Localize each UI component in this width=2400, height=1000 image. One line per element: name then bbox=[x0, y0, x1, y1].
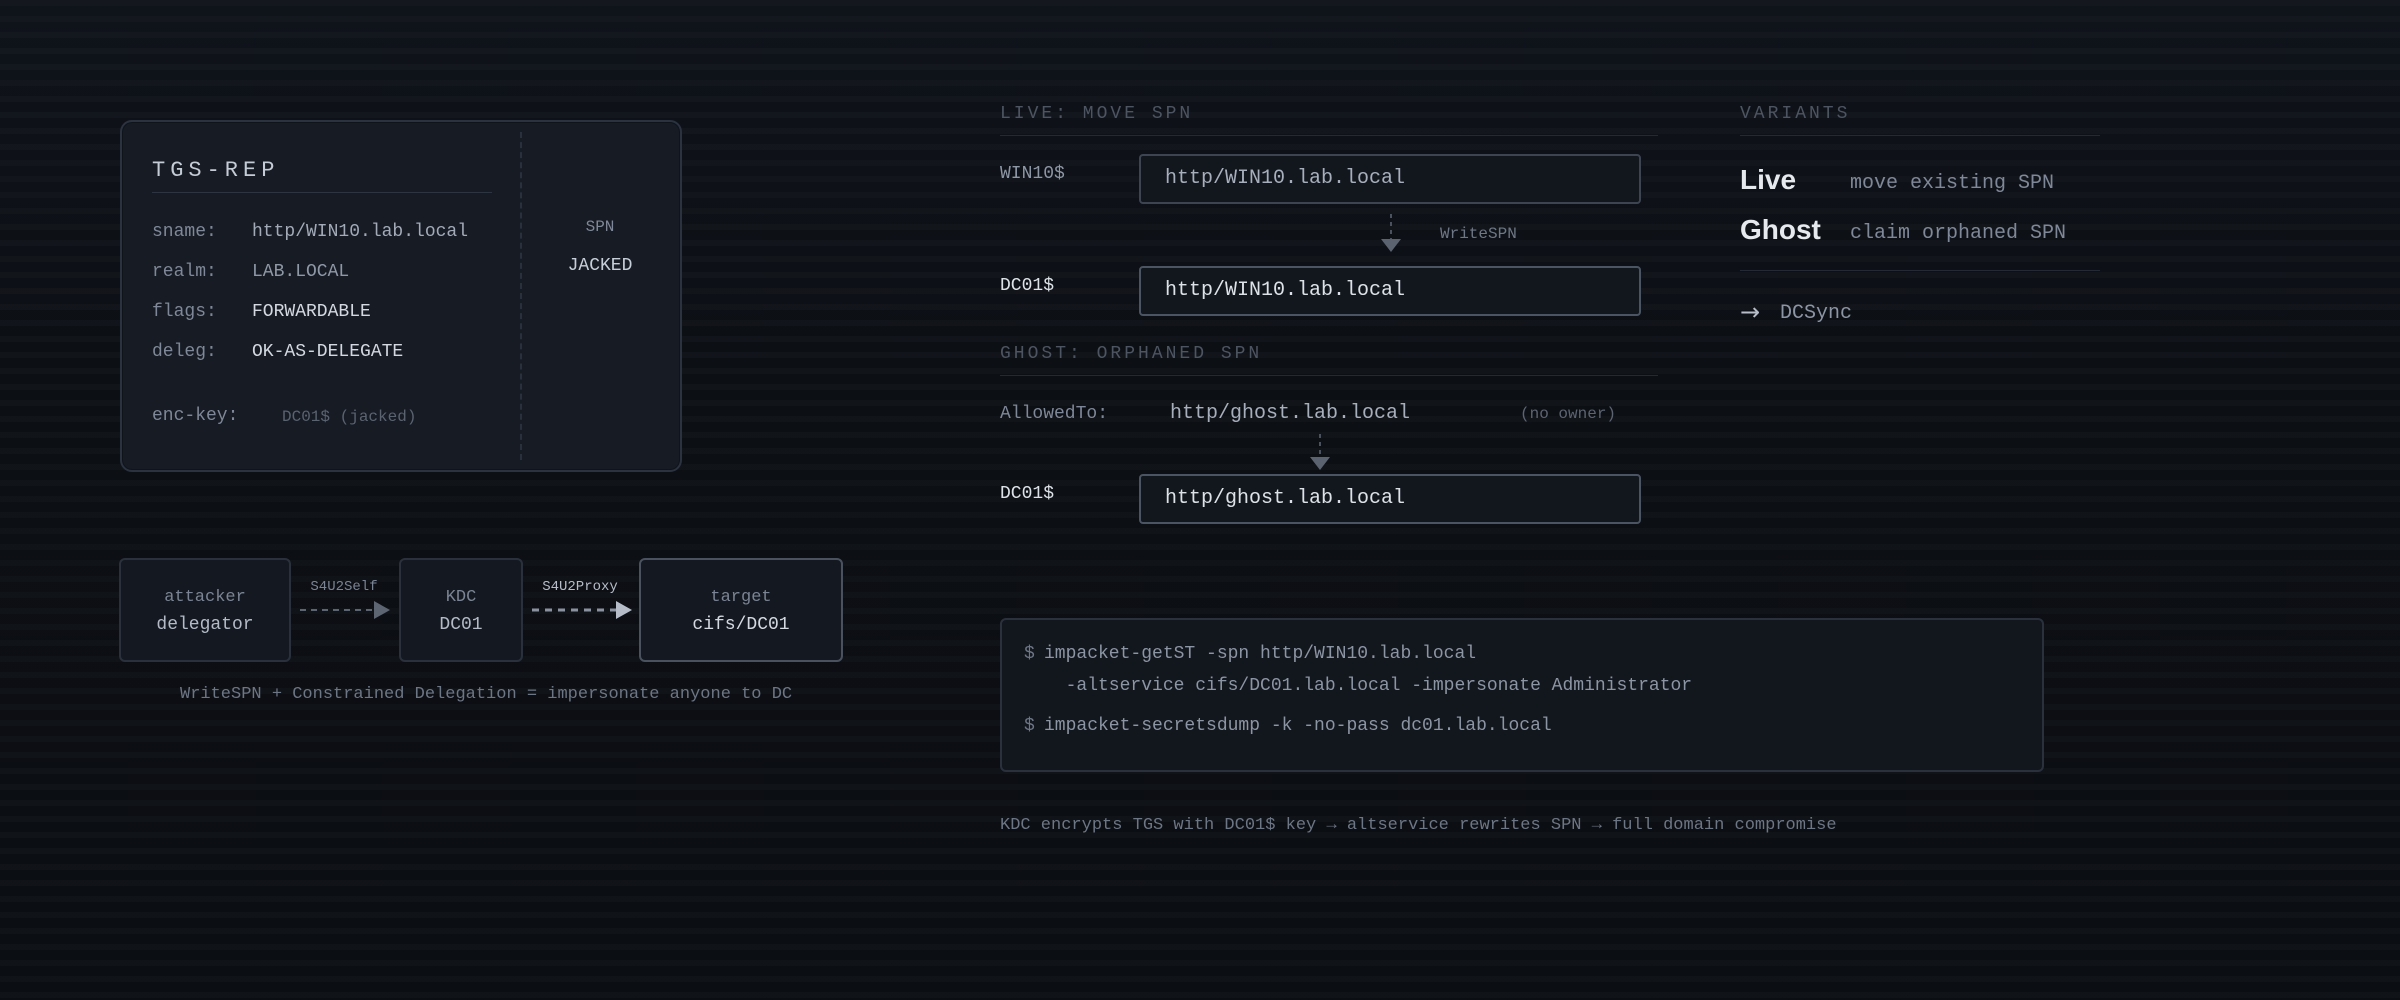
variants-result-rule bbox=[1740, 270, 2100, 271]
target-name: cifs/DC01 bbox=[692, 615, 790, 635]
live-to-spn-box: http/WIN10.lab.local bbox=[1139, 266, 1641, 316]
target-node: target cifs/DC01 bbox=[639, 558, 843, 662]
enc-key-label: enc-key: bbox=[152, 406, 239, 426]
sname-value: http/WIN10.lab.local bbox=[252, 222, 469, 242]
flow-caption: WriteSPN + Constrained Delegation = impe… bbox=[180, 685, 793, 704]
sname-label: sname: bbox=[152, 222, 217, 242]
dcsync-label: DCSync bbox=[1780, 302, 1853, 325]
deleg-value: OK-AS-DELEGATE bbox=[252, 342, 404, 362]
variant-ghost-desc: claim orphaned SPN bbox=[1850, 222, 2067, 245]
live-to-account: DC01$ bbox=[1000, 276, 1055, 296]
tgs-rep-title: TGS-REP bbox=[152, 158, 280, 183]
deleg-label: deleg: bbox=[152, 342, 217, 362]
ghost-to-account: DC01$ bbox=[1000, 484, 1055, 504]
terminal-line-3: impacket-secretsdump -k -no-pass dc01.la… bbox=[1044, 716, 1552, 736]
attacker-name: delegator bbox=[156, 615, 254, 635]
footer-summary: KDC encrypts TGS with DC01$ key → altser… bbox=[1000, 816, 1837, 835]
attacker-node: attacker delegator bbox=[119, 558, 291, 662]
s4u2proxy-arrow bbox=[532, 601, 632, 619]
spn-status: JACKED bbox=[567, 256, 633, 276]
spn-label: SPN bbox=[585, 218, 615, 236]
ghost-section-header: GHOST: ORPHANED SPN bbox=[1000, 344, 1263, 364]
result-arrow-icon: → bbox=[1740, 298, 1761, 326]
terminal-block: $ impacket-getST -spn http/WIN10.lab.loc… bbox=[1000, 618, 2044, 772]
kdc-name: DC01 bbox=[439, 615, 483, 635]
tgs-title-divider bbox=[152, 192, 492, 193]
live-from-spn-box: http/WIN10.lab.local bbox=[1139, 154, 1641, 204]
flags-label: flags: bbox=[152, 302, 217, 322]
writespn-label: WriteSPN bbox=[1440, 225, 1517, 243]
variants-rule bbox=[1740, 135, 2100, 136]
no-owner-note: (no owner) bbox=[1520, 405, 1617, 423]
terminal-prompt-1: $ bbox=[1024, 644, 1035, 664]
live-section-header: LIVE: MOVE SPN bbox=[1000, 104, 1194, 124]
terminal-line-2: -altservice cifs/DC01.lab.local -imperso… bbox=[1044, 676, 1693, 696]
kdc-node: KDC DC01 bbox=[399, 558, 523, 662]
variant-live-desc: move existing SPN bbox=[1850, 172, 2055, 195]
flags-value: FORWARDABLE bbox=[252, 302, 371, 322]
live-from-account: WIN10$ bbox=[1000, 164, 1065, 184]
tgs-rep-card: TGS-REP sname: http/WIN10.lab.local real… bbox=[120, 120, 682, 472]
live-writespn-arrow bbox=[1381, 214, 1401, 252]
variants-header: VARIANTS bbox=[1740, 104, 1851, 124]
ghost-to-spn-box: http/ghost.lab.local bbox=[1139, 474, 1641, 524]
terminal-line-1: impacket-getST -spn http/WIN10.lab.local bbox=[1044, 644, 1477, 664]
s4u2proxy-label: S4U2Proxy bbox=[542, 579, 618, 595]
ghost-section-rule bbox=[1000, 375, 1658, 376]
target-role: target bbox=[710, 588, 772, 607]
variant-ghost-name: Ghost bbox=[1740, 214, 1821, 245]
spn-column-divider bbox=[520, 132, 522, 460]
s4u2self-label: S4U2Self bbox=[310, 579, 378, 595]
enc-key-value: DC01$ (jacked) bbox=[282, 408, 417, 426]
realm-value: LAB.LOCAL bbox=[252, 262, 350, 282]
ghost-claim-arrow bbox=[1310, 434, 1330, 470]
allowed-to-label: AllowedTo: bbox=[1000, 404, 1109, 424]
realm-label: realm: bbox=[152, 262, 217, 282]
kdc-role: KDC bbox=[445, 588, 477, 607]
ghost-allowed-spn: http/ghost.lab.local bbox=[1170, 402, 1411, 425]
variant-live-name: Live bbox=[1740, 164, 1797, 195]
live-section-rule bbox=[1000, 135, 1658, 136]
s4u2self-arrow bbox=[300, 601, 390, 619]
terminal-prompt-2: $ bbox=[1024, 716, 1035, 736]
attacker-role: attacker bbox=[164, 588, 246, 607]
